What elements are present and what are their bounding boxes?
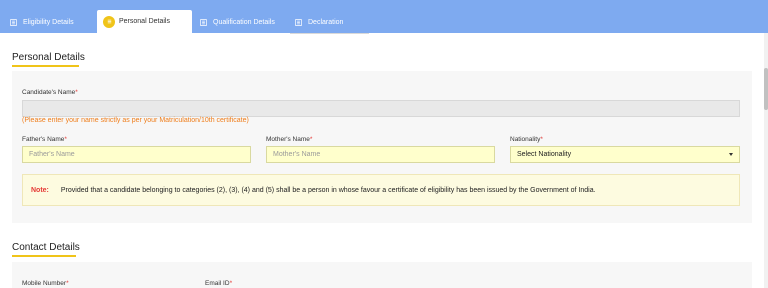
required-mark: * bbox=[64, 136, 67, 143]
required-mark: * bbox=[309, 136, 313, 143]
note-label: Note: bbox=[31, 186, 49, 194]
note-text: Provided that a candidate belonging to c… bbox=[60, 186, 596, 194]
tab-label: Declaration bbox=[308, 19, 344, 26]
candidate-name-label-text: Candidate's Name bbox=[22, 89, 76, 96]
tab-eligibility-details[interactable]: Eligibility Details bbox=[8, 12, 74, 33]
required-mark: * bbox=[66, 280, 69, 287]
tab-personal-details[interactable]: Personal Details bbox=[97, 10, 192, 33]
candidate-name-hint: (Please enter your name strictly as per … bbox=[22, 117, 249, 124]
candidate-name-field[interactable] bbox=[22, 100, 740, 117]
list-icon bbox=[198, 17, 209, 28]
list-icon bbox=[8, 17, 19, 28]
father-name-label: Father's Name* bbox=[22, 136, 67, 143]
nationality-label-text: Nationality bbox=[510, 136, 541, 143]
contact-details-panel bbox=[12, 262, 752, 288]
mother-name-placeholder: Mother's Name bbox=[273, 151, 321, 158]
mobile-number-label-text: Mobile Number bbox=[22, 280, 67, 287]
note-box: Note: Provided that a candidate belongin… bbox=[22, 174, 740, 206]
father-name-placeholder: Father's Name bbox=[29, 151, 75, 158]
list-icon bbox=[103, 15, 115, 28]
list-icon bbox=[293, 17, 304, 28]
mobile-number-label: Mobile Number* bbox=[22, 280, 69, 287]
required-mark: * bbox=[75, 89, 78, 96]
email-id-label-text: Email ID bbox=[205, 280, 230, 287]
required-mark: * bbox=[229, 280, 233, 287]
father-name-field[interactable]: Father's Name bbox=[22, 146, 251, 163]
tab-qualification-details[interactable]: Qualification Details bbox=[198, 12, 275, 33]
tab-label: Qualification Details bbox=[213, 19, 275, 26]
tab-label: Personal Details bbox=[119, 18, 170, 25]
father-name-label-text: Father's Name bbox=[22, 136, 65, 143]
nationality-select[interactable]: Select Nationality bbox=[510, 146, 740, 163]
section-title-contact-details: Contact Details bbox=[12, 242, 80, 253]
required-mark: * bbox=[540, 136, 543, 143]
nationality-label: Nationality* bbox=[510, 136, 543, 143]
tab-label: Eligibility Details bbox=[23, 19, 74, 26]
candidate-name-label: Candidate's Name* bbox=[22, 89, 78, 96]
tab-divider bbox=[290, 33, 369, 34]
mother-name-field[interactable]: Mother's Name bbox=[266, 146, 495, 163]
section-title-underline bbox=[12, 255, 76, 257]
email-id-label: Email ID* bbox=[205, 280, 232, 287]
section-title-underline bbox=[12, 65, 79, 67]
scrollbar-thumb[interactable] bbox=[764, 68, 768, 110]
tab-declaration[interactable]: Declaration bbox=[293, 12, 343, 33]
step-tab-bar: Eligibility Details Personal Details Qua… bbox=[0, 0, 768, 33]
mother-name-label-text: Mother's Name bbox=[266, 136, 310, 143]
chevron-down-icon bbox=[729, 153, 733, 156]
section-title-personal-details: Personal Details bbox=[12, 52, 85, 63]
mother-name-label: Mother's Name* bbox=[266, 136, 312, 143]
nationality-selected-value: Select Nationality bbox=[517, 151, 572, 158]
